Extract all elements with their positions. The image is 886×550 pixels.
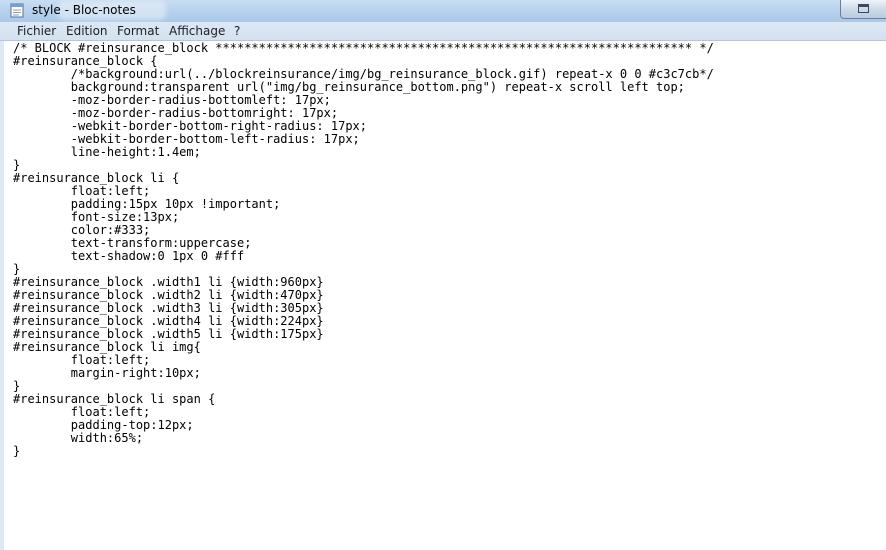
menu-help[interactable]: ? [234, 24, 240, 39]
code-line: text-shadow:0 1px 0 #fff [13, 249, 245, 263]
code-line: margin-right:10px; [13, 366, 201, 380]
window-title: style - Bloc-notes [32, 3, 136, 17]
menu-affichage[interactable]: Affichage [169, 24, 225, 39]
notepad-window: style - Bloc-notes Fichier Edition Forma… [0, 0, 886, 550]
menu-bar: Fichier Edition Format Affichage ? [0, 22, 886, 41]
menu-fichier[interactable]: Fichier [17, 24, 56, 39]
maximize-icon [858, 4, 869, 13]
editor-content[interactable]: /* BLOCK #reinsurance_block ************… [13, 42, 714, 458]
notepad-icon[interactable] [10, 2, 24, 18]
code-line: width:65%; [13, 431, 144, 445]
title-bar[interactable]: style - Bloc-notes [0, 0, 886, 22]
maximize-button[interactable] [840, 0, 886, 19]
text-editor[interactable]: /* BLOCK #reinsurance_block ************… [0, 41, 886, 550]
menu-format[interactable]: Format [117, 24, 159, 39]
menu-edition[interactable]: Edition [66, 24, 108, 39]
code-line: line-height:1.4em; [13, 145, 201, 159]
code-line: } [13, 444, 21, 458]
